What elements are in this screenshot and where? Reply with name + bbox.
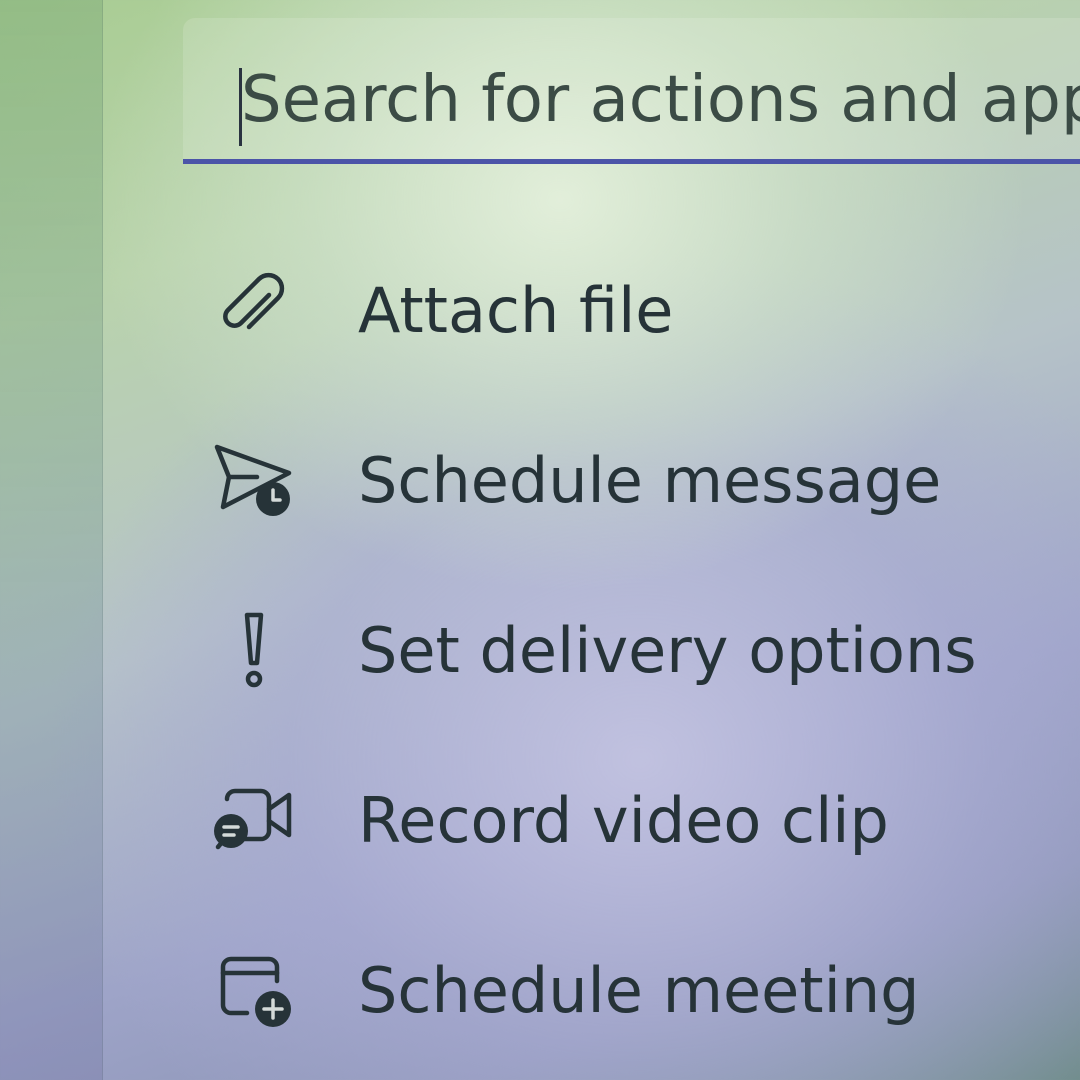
actions-panel: Attach file Schedule message Set del (103, 0, 1080, 1080)
search-box[interactable] (183, 18, 1080, 164)
menu-item-label: Set delivery options (358, 614, 977, 687)
menu-item-schedule-message[interactable]: Schedule message (103, 395, 1080, 565)
paperclip-icon (211, 265, 297, 351)
menu-item-label: Attach file (358, 274, 674, 347)
menu-item-schedule-meeting[interactable]: Schedule meeting (103, 905, 1080, 1075)
search-input[interactable] (241, 50, 1080, 150)
video-clip-icon (211, 775, 297, 861)
menu-item-label: Record video clip (358, 784, 889, 857)
actions-menu: Attach file Schedule message Set deliver… (103, 225, 1080, 1075)
menu-item-record-video-clip[interactable]: Record video clip (103, 735, 1080, 905)
menu-item-label: Schedule message (358, 444, 942, 517)
menu-item-attach-file[interactable]: Attach file (103, 225, 1080, 395)
left-rail (0, 0, 103, 1080)
menu-item-set-delivery-options[interactable]: Set delivery options (103, 565, 1080, 735)
exclamation-icon (211, 605, 297, 691)
menu-item-label: Schedule meeting (358, 954, 920, 1027)
send-clock-icon (211, 435, 297, 521)
calendar-add-icon (211, 945, 297, 1031)
